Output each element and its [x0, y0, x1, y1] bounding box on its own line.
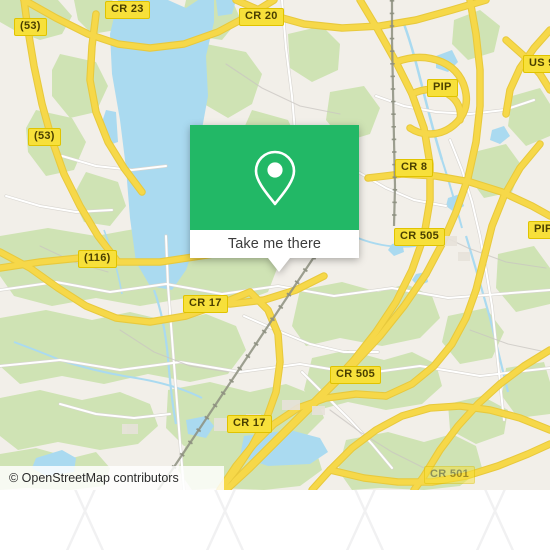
popup-footer[interactable]: Take me there: [190, 230, 359, 258]
attribution-text: © OpenStreetMap contributors: [9, 471, 179, 485]
map-label-cr501: CR 501: [424, 466, 476, 484]
map-label-cr53-south: (53): [28, 128, 61, 146]
location-pin-icon: [254, 150, 295, 205]
popup-header: [190, 125, 359, 230]
map-label-cr20: CR 20: [239, 8, 284, 26]
map-attribution[interactable]: © OpenStreetMap contributors: [0, 466, 224, 490]
map-label-116: (116): [78, 250, 117, 268]
map-label-cr53-north: (53): [14, 18, 47, 36]
map-label-pip-north: PIP: [427, 79, 458, 97]
footer-watermark-pattern: [65, 490, 515, 550]
footer-bar: Central Ave Newark, Old Tappan, NJ 07675…: [0, 490, 550, 550]
map-label-cr17-south: CR 17: [227, 415, 272, 433]
map-label-us9: US 9: [523, 55, 550, 73]
map-label-cr505-south: CR 505: [330, 366, 382, 384]
popup-pointer-tail: [268, 258, 290, 272]
map-label-cr23: CR 23: [105, 1, 150, 19]
destination-popup-card[interactable]: Take me there: [190, 125, 359, 272]
map-label-cr505-north: CR 505: [394, 228, 446, 246]
map-label-cr8: CR 8: [395, 159, 434, 177]
map-label-cr17-north: CR 17: [183, 295, 228, 313]
moovit-map-screenshot: .pk { fill:#cfe3b4; } .wt { fill:#aadaf0…: [0, 0, 550, 550]
map-canvas[interactable]: .pk { fill:#cfe3b4; } .wt { fill:#aadaf0…: [0, 0, 550, 490]
map-label-pip-south: PIP: [528, 221, 550, 239]
take-me-there-label: Take me there: [227, 236, 322, 252]
